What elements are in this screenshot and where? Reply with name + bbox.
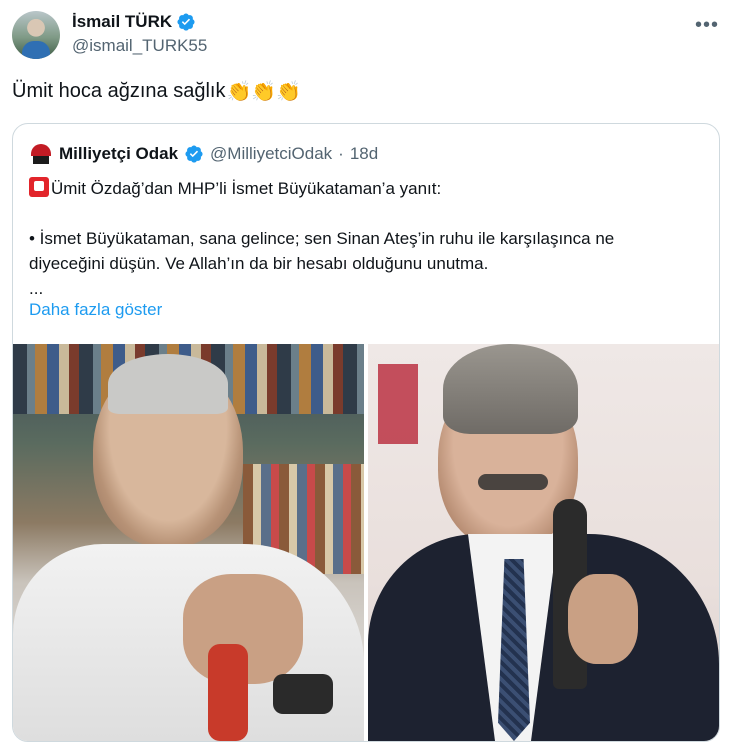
author-avatar[interactable]: [12, 11, 60, 59]
quoted-line: diyeceğini düşün. Ve Allah’ın da bir hes…: [29, 254, 489, 273]
author-name[interactable]: İsmail TÜRK: [72, 12, 172, 32]
clapping-hands-emoji: 👏👏👏: [226, 80, 302, 103]
show-more-link[interactable]: Daha fazla göster: [29, 300, 162, 320]
more-options-icon[interactable]: •••: [695, 14, 719, 37]
quoted-verified-badge-icon: [184, 144, 204, 164]
quoted-tweet[interactable]: Milliyetçi Odak @MilliyetciOdak · 18d Üm…: [12, 123, 720, 742]
photo-right[interactable]: [368, 344, 719, 741]
verified-badge-icon: [176, 12, 196, 32]
photo-left[interactable]: [13, 344, 364, 741]
tweet-text: Ümit hoca ağzına sağlık 👏👏👏: [12, 80, 301, 103]
quoted-line: ...: [29, 279, 44, 298]
milliyetci-odak-logo-icon[interactable]: [29, 142, 53, 166]
quoted-author-name[interactable]: Milliyetçi Odak: [59, 144, 178, 164]
quoted-media[interactable]: [13, 344, 719, 741]
author-handle[interactable]: @ismail_TURK55: [72, 36, 207, 56]
author-name-row[interactable]: İsmail TÜRK: [72, 12, 196, 32]
quoted-tweet-text: Ümit Özdağ’dan MHP’li İsmet Büyükataman’…: [29, 176, 704, 301]
quoted-timestamp[interactable]: 18d: [350, 144, 378, 164]
separator-dot: ·: [338, 144, 344, 163]
quoted-line: • İsmet Büyükataman, sana gelince; sen S…: [29, 229, 615, 248]
quoted-line: Ümit Özdağ’dan MHP’li İsmet Büyükataman’…: [29, 176, 704, 201]
quoted-tweet-header: Milliyetçi Odak @MilliyetciOdak · 18d: [29, 142, 378, 166]
quoted-author-handle[interactable]: @MilliyetciOdak: [210, 144, 332, 164]
siren-emoji-icon: [29, 177, 49, 197]
tweet-body: Ümit hoca ağzına sağlık: [12, 80, 226, 102]
